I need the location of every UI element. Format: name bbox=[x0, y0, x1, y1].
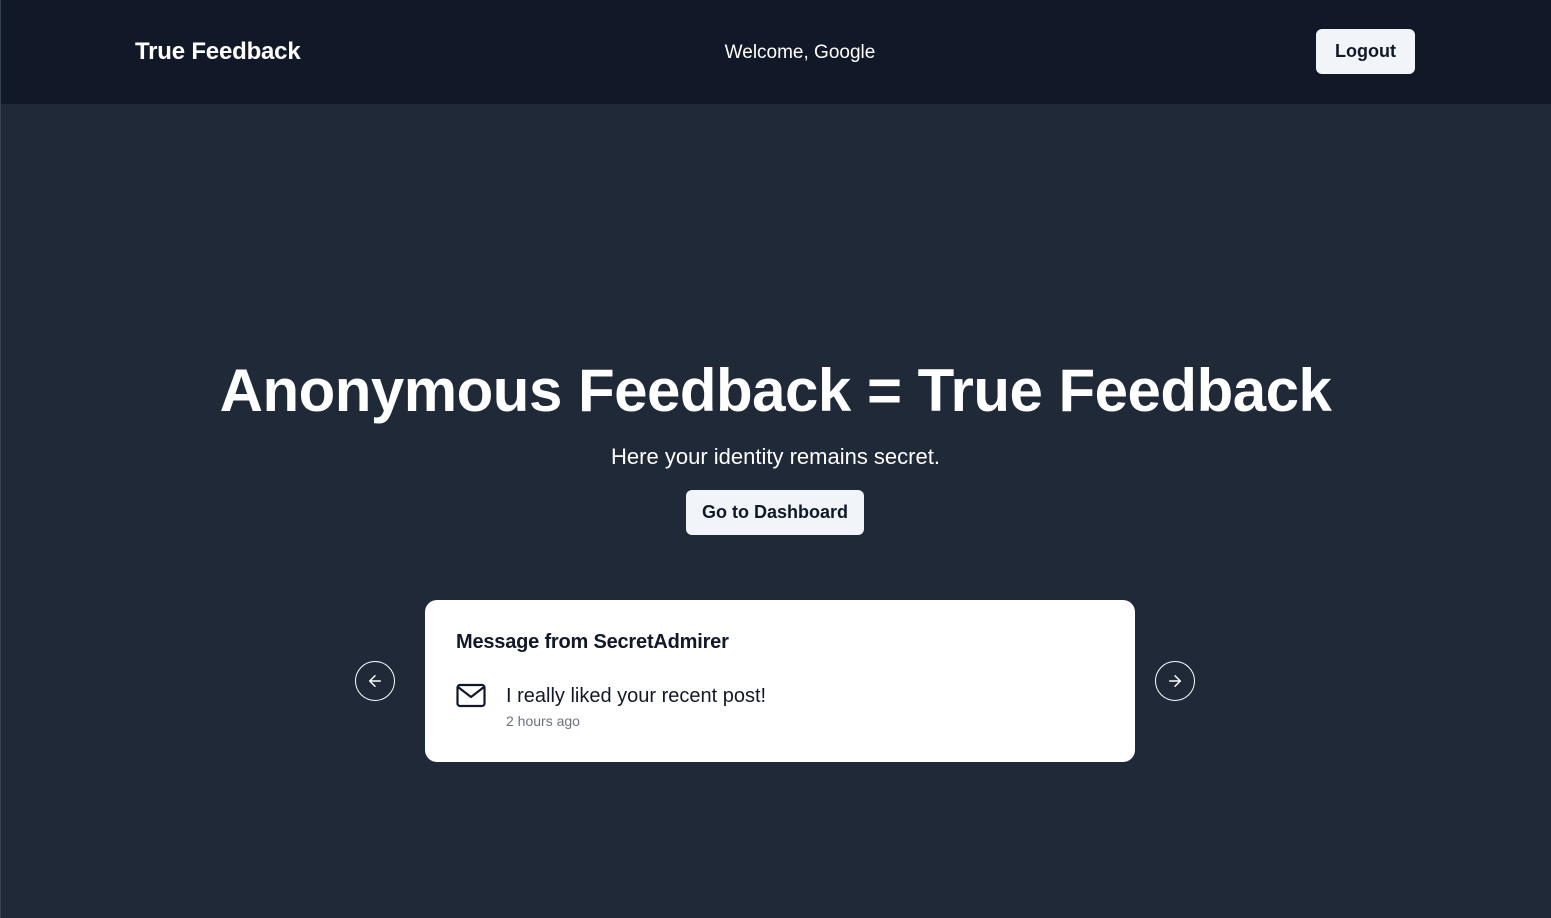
message-timestamp: 2 hours ago bbox=[506, 713, 580, 729]
navbar: True Feedback Welcome, Google Logout bbox=[0, 0, 1551, 104]
mail-icon bbox=[456, 683, 486, 708]
carousel-next-button[interactable] bbox=[1155, 661, 1195, 701]
go-to-dashboard-button[interactable]: Go to Dashboard bbox=[686, 490, 864, 535]
logout-button[interactable]: Logout bbox=[1316, 29, 1415, 74]
message-card-title: Message from SecretAdmirer bbox=[456, 631, 729, 653]
message-text: I really liked your recent post! bbox=[506, 685, 767, 707]
carousel-previous-button[interactable] bbox=[355, 661, 395, 701]
message-card: Message from SecretAdmirer I really like… bbox=[425, 600, 1135, 762]
hero-subtitle: Here your identity remains secret. bbox=[611, 444, 940, 469]
hero-section: Anonymous Feedback = True Feedback Here … bbox=[0, 104, 1551, 918]
hero-title: Anonymous Feedback = True Feedback bbox=[219, 357, 1332, 424]
arrow-left-icon bbox=[369, 675, 381, 687]
arrow-right-icon bbox=[1169, 675, 1181, 687]
